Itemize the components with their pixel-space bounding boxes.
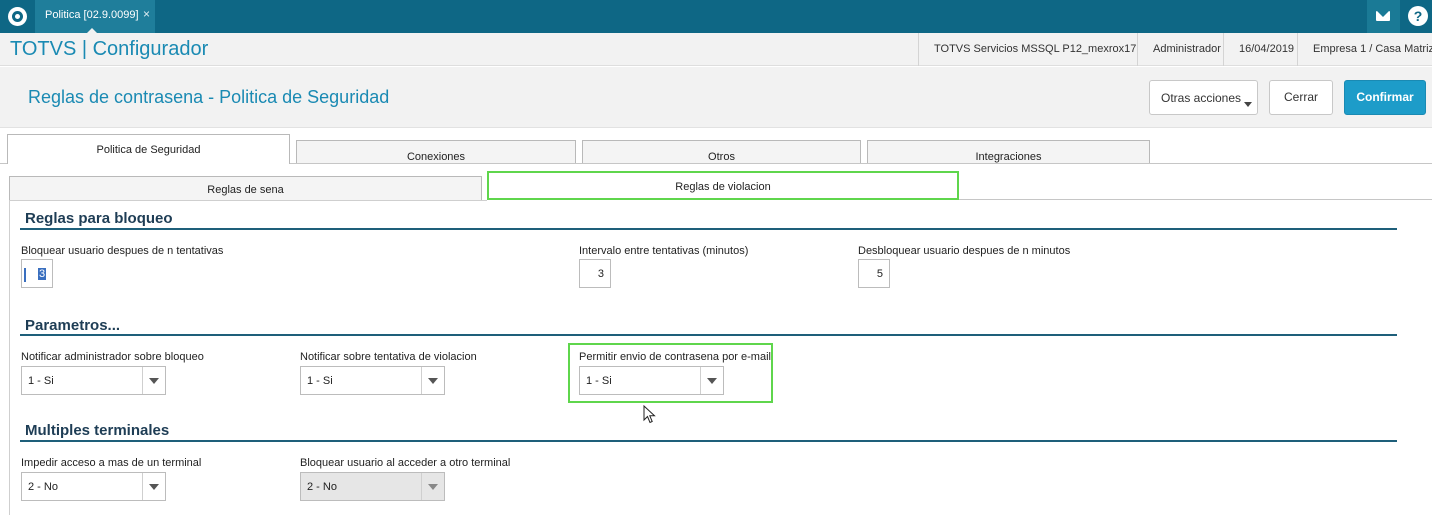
mail-icon [1376,11,1390,21]
chevron-down-icon[interactable] [421,367,444,394]
select-value: 1 - Si [28,375,54,387]
tab-label: Otros [708,151,735,163]
permitir-envio-email-select[interactable]: 1 - Si [579,366,724,395]
totvs-logo-icon[interactable] [8,7,27,26]
mouse-cursor-icon [643,405,656,424]
tab-label: Politica de Seguridad [96,144,201,156]
section-title-terminales: Multiples terminales [25,422,170,439]
title-bar: Reglas de contrasena - Politica de Segur… [0,67,1432,128]
chevron-down-icon[interactable] [142,473,165,500]
confirm-button[interactable]: Confirmar [1344,80,1426,115]
bloquear-tentativas-input[interactable]: 3 [21,259,53,288]
date-info: 16/04/2019 [1223,33,1294,66]
window-tab-label: Politica [02.9.0099] [45,9,139,21]
tab-conexiones[interactable]: Conexiones [296,140,576,164]
page-title: Reglas de contrasena - Politica de Segur… [28,87,390,107]
notificar-bloqueo-select[interactable]: 1 - Si [21,366,166,395]
select-value: 2 - No [307,481,337,493]
tab-reglas-sena[interactable]: Reglas de sena [9,176,482,201]
field-label: Permitir envio de contrasena por e-mail [579,351,771,363]
tab-divider [959,199,1432,200]
tab-label: Reglas de violacion [675,181,771,193]
app-brand: TOTVS | Configurador [10,38,209,60]
other-actions-button[interactable]: Otras acciones [1149,80,1258,115]
tab-otros[interactable]: Otros [582,140,861,164]
chevron-down-icon [1244,102,1252,107]
close-button[interactable]: Cerrar [1269,80,1333,115]
chevron-down-icon [421,473,444,500]
tab-divider [290,163,1432,164]
panel-border [9,200,487,201]
field-label: Bloquear usuario al acceder a otro termi… [300,457,511,469]
impedir-acceso-select[interactable]: 2 - No [21,472,166,501]
chevron-down-icon[interactable] [700,367,723,394]
field-label: Notificar sobre tentativa de violacion [300,351,477,363]
panel-border [9,201,10,515]
tab-label: Conexiones [406,151,466,163]
company-info: Empresa 1 / Casa Matriz [1297,33,1432,66]
chevron-down-icon[interactable] [142,367,165,394]
section-title-bloqueo: Reglas para bloqueo [25,210,173,227]
tab-politica-seguridad[interactable]: Politica de Seguridad [7,134,290,164]
bloquear-otro-terminal-select: 2 - No [300,472,445,501]
tab-reglas-violacion[interactable]: Reglas de violacion [487,171,959,200]
tab-divider [0,163,7,164]
window-tab[interactable]: Politica [02.9.0099] × [35,0,155,33]
section-divider [20,334,1397,336]
section-divider [20,440,1397,442]
server-info: TOTVS Servicios MSSQL P12_mexrox17 [918,33,1136,66]
select-value: 1 - Si [586,375,612,387]
tab-integraciones[interactable]: Integraciones [867,140,1150,164]
tab-label: Integraciones [975,151,1042,163]
field-label: Bloquear usuario despues de n tentativas [21,245,224,257]
tab-label: Reglas de sena [207,184,284,196]
field-label: Notificar administrador sobre bloqueo [21,351,204,363]
help-icon[interactable]: ? [1408,6,1428,26]
other-actions-label: Otras acciones [1161,91,1242,105]
select-value: 1 - Si [307,375,333,387]
intervalo-tentativas-input[interactable]: 3 [579,259,611,288]
input-value: 3 [597,268,604,280]
app-header: TOTVS | Configurador TOTVS Servicios MSS… [0,33,1432,66]
top-bar [0,0,1432,33]
desbloquear-minutos-input[interactable]: 5 [858,259,890,288]
mail-button[interactable] [1367,0,1400,33]
close-icon[interactable]: × [143,7,150,21]
notificar-violacion-select[interactable]: 1 - Si [300,366,445,395]
field-label: Desbloquear usuario despues de n minutos [858,245,1071,257]
select-value: 2 - No [28,481,58,493]
field-label: Impedir acceso a mas de un terminal [21,457,202,469]
text-caret [24,268,26,282]
input-value: 5 [876,268,883,280]
field-label: Intervalo entre tentativas (minutos) [579,245,749,257]
section-divider [20,228,1397,230]
user-info: Administrador [1137,33,1221,66]
section-title-parametros: Parametros... [25,317,121,334]
input-value: 3 [38,268,47,280]
